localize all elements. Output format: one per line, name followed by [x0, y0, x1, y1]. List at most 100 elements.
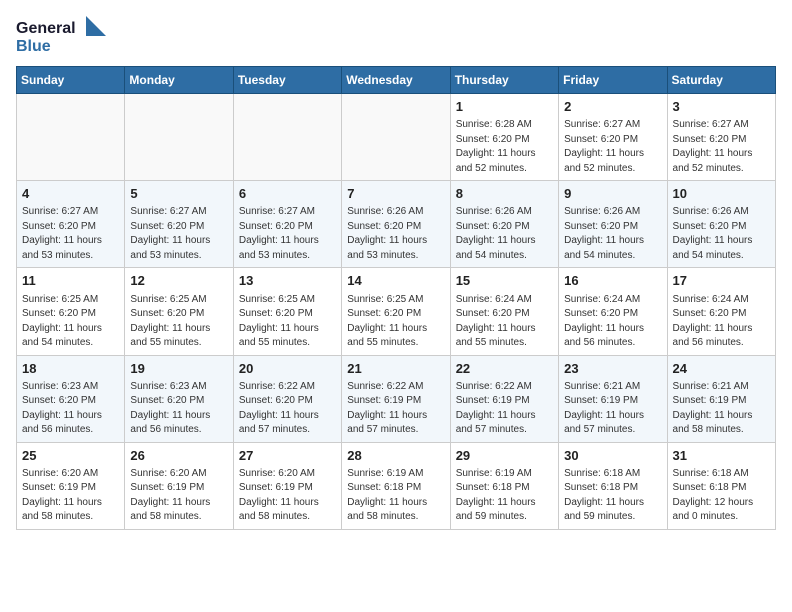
day-info: Sunrise: 6:25 AMSunset: 6:20 PMDaylight:…: [347, 293, 444, 351]
day-info: Sunrise: 6:21 AMSunset: 6:19 PMDaylight:…: [564, 380, 661, 438]
calendar-day: 5 Sunrise: 6:27 AMSunset: 6:20 PMDaylight…: [125, 181, 233, 268]
day-info: Sunrise: 6:26 AMSunset: 6:20 PMDaylight:…: [456, 205, 553, 263]
calendar-day: 10 Sunrise: 6:26 AMSunset: 6:20 PMDayligh…: [667, 181, 775, 268]
calendar-day: 30 Sunrise: 6:18 AMSunset: 6:18 PMDayligh…: [559, 442, 667, 529]
day-number: 7: [347, 185, 444, 203]
day-number: 14: [347, 272, 444, 290]
day-info: Sunrise: 6:19 AMSunset: 6:18 PMDaylight:…: [456, 467, 553, 525]
day-info: Sunrise: 6:27 AMSunset: 6:20 PMDaylight:…: [22, 205, 119, 263]
calendar-day: 7Sunrise: 6:26 AMSunset: 6:20 PMDaylight…: [342, 181, 450, 268]
calendar-table: SundayMondayTuesdayWednesdayThursdayFrid…: [16, 66, 776, 530]
day-number: 6: [239, 185, 336, 203]
day-info: Sunrise: 6:22 AMSunset: 6:19 PMDaylight:…: [347, 380, 444, 438]
calendar-day: 20 Sunrise: 6:22 AMSunset: 6:20 PMDayligh…: [233, 355, 341, 442]
day-info: Sunrise: 6:26 AMSunset: 6:20 PMDaylight:…: [673, 205, 770, 263]
calendar-week-1: 1Sunrise: 6:28 AMSunset: 6:20 PMDaylight…: [17, 94, 776, 181]
calendar-day: 31 Sunrise: 6:18 AMSunset: 6:18 PMDayligh…: [667, 442, 775, 529]
day-info: Sunrise: 6:22 AMSunset: 6:20 PMDaylight:…: [239, 380, 336, 438]
calendar-week-3: 11 Sunrise: 6:25 AMSunset: 6:20 PMDayligh…: [17, 268, 776, 355]
day-number: 11: [22, 272, 119, 290]
page-header: GeneralBlue: [16, 16, 776, 56]
day-number: 20: [239, 360, 336, 378]
day-number: 13: [239, 272, 336, 290]
day-info: Sunrise: 6:27 AMSunset: 6:20 PMDaylight:…: [239, 205, 336, 263]
calendar-day: 18 Sunrise: 6:23 AMSunset: 6:20 PMDayligh…: [17, 355, 125, 442]
day-header-sunday: Sunday: [17, 67, 125, 94]
day-info: Sunrise: 6:26 AMSunset: 6:20 PMDaylight:…: [564, 205, 661, 263]
day-number: 8: [456, 185, 553, 203]
calendar-day: 11 Sunrise: 6:25 AMSunset: 6:20 PMDayligh…: [17, 268, 125, 355]
calendar-day: 29 Sunrise: 6:19 AMSunset: 6:18 PMDayligh…: [450, 442, 558, 529]
day-header-wednesday: Wednesday: [342, 67, 450, 94]
calendar-day: 6 Sunrise: 6:27 AMSunset: 6:20 PMDaylight…: [233, 181, 341, 268]
calendar-header-row: SundayMondayTuesdayWednesdayThursdayFrid…: [17, 67, 776, 94]
day-header-thursday: Thursday: [450, 67, 558, 94]
day-number: 10: [673, 185, 770, 203]
calendar-day: 17 Sunrise: 6:24 AMSunset: 6:20 PMDayligh…: [667, 268, 775, 355]
day-number: 28: [347, 447, 444, 465]
day-info: Sunrise: 6:20 AMSunset: 6:19 PMDaylight:…: [239, 467, 336, 525]
day-info: Sunrise: 6:27 AMSunset: 6:20 PMDaylight:…: [130, 205, 227, 263]
day-info: Sunrise: 6:19 AMSunset: 6:18 PMDaylight:…: [347, 467, 444, 525]
day-info: Sunrise: 6:24 AMSunset: 6:20 PMDaylight:…: [456, 293, 553, 351]
day-number: 22: [456, 360, 553, 378]
logo: GeneralBlue: [16, 16, 106, 56]
day-info: Sunrise: 6:21 AMSunset: 6:19 PMDaylight:…: [673, 380, 770, 438]
svg-text:General: General: [16, 20, 76, 37]
calendar-week-5: 25 Sunrise: 6:20 AMSunset: 6:19 PMDayligh…: [17, 442, 776, 529]
day-info: Sunrise: 6:25 AMSunset: 6:20 PMDaylight:…: [22, 293, 119, 351]
day-info: Sunrise: 6:18 AMSunset: 6:18 PMDaylight:…: [564, 467, 661, 525]
day-header-friday: Friday: [559, 67, 667, 94]
day-number: 29: [456, 447, 553, 465]
day-number: 4: [22, 185, 119, 203]
calendar-day: 3Sunrise: 6:27 AMSunset: 6:20 PMDaylight…: [667, 94, 775, 181]
calendar-day: 23Sunrise: 6:21 AMSunset: 6:19 PMDayligh…: [559, 355, 667, 442]
day-number: 17: [673, 272, 770, 290]
day-info: Sunrise: 6:28 AMSunset: 6:20 PMDaylight:…: [456, 118, 553, 176]
day-number: 18: [22, 360, 119, 378]
day-number: 25: [22, 447, 119, 465]
calendar-day: 1Sunrise: 6:28 AMSunset: 6:20 PMDaylight…: [450, 94, 558, 181]
calendar-day: 27 Sunrise: 6:20 AMSunset: 6:19 PMDayligh…: [233, 442, 341, 529]
calendar-day: 15Sunrise: 6:24 AMSunset: 6:20 PMDayligh…: [450, 268, 558, 355]
calendar-day: 2Sunrise: 6:27 AMSunset: 6:20 PMDaylight…: [559, 94, 667, 181]
calendar-day: 12Sunrise: 6:25 AMSunset: 6:20 PMDayligh…: [125, 268, 233, 355]
svg-text:Blue: Blue: [16, 38, 51, 55]
day-number: 26: [130, 447, 227, 465]
day-info: Sunrise: 6:23 AMSunset: 6:20 PMDaylight:…: [130, 380, 227, 438]
calendar-day: 4 Sunrise: 6:27 AMSunset: 6:20 PMDaylight…: [17, 181, 125, 268]
day-number: 30: [564, 447, 661, 465]
calendar-day: 16 Sunrise: 6:24 AMSunset: 6:20 PMDayligh…: [559, 268, 667, 355]
day-header-saturday: Saturday: [667, 67, 775, 94]
day-number: 16: [564, 272, 661, 290]
calendar-day: 21 Sunrise: 6:22 AMSunset: 6:19 PMDayligh…: [342, 355, 450, 442]
day-info: Sunrise: 6:18 AMSunset: 6:18 PMDaylight:…: [673, 467, 770, 525]
calendar-day: 24Sunrise: 6:21 AMSunset: 6:19 PMDayligh…: [667, 355, 775, 442]
calendar-day: [233, 94, 341, 181]
calendar-day: 26 Sunrise: 6:20 AMSunset: 6:19 PMDayligh…: [125, 442, 233, 529]
day-number: 3: [673, 98, 770, 116]
day-info: Sunrise: 6:24 AMSunset: 6:20 PMDaylight:…: [673, 293, 770, 351]
day-info: Sunrise: 6:23 AMSunset: 6:20 PMDaylight:…: [22, 380, 119, 438]
calendar-day: 22Sunrise: 6:22 AMSunset: 6:19 PMDayligh…: [450, 355, 558, 442]
day-number: 27: [239, 447, 336, 465]
calendar-day: 13 Sunrise: 6:25 AMSunset: 6:20 PMDayligh…: [233, 268, 341, 355]
day-number: 9: [564, 185, 661, 203]
day-info: Sunrise: 6:25 AMSunset: 6:20 PMDaylight:…: [130, 293, 227, 351]
day-info: Sunrise: 6:20 AMSunset: 6:19 PMDaylight:…: [130, 467, 227, 525]
calendar-day: [342, 94, 450, 181]
day-number: 2: [564, 98, 661, 116]
calendar-day: 14 Sunrise: 6:25 AMSunset: 6:20 PMDayligh…: [342, 268, 450, 355]
day-number: 21: [347, 360, 444, 378]
day-info: Sunrise: 6:24 AMSunset: 6:20 PMDaylight:…: [564, 293, 661, 351]
day-number: 19: [130, 360, 227, 378]
day-number: 5: [130, 185, 227, 203]
day-info: Sunrise: 6:20 AMSunset: 6:19 PMDaylight:…: [22, 467, 119, 525]
calendar-day: 9 Sunrise: 6:26 AMSunset: 6:20 PMDaylight…: [559, 181, 667, 268]
calendar-day: 8 Sunrise: 6:26 AMSunset: 6:20 PMDaylight…: [450, 181, 558, 268]
calendar-day: 19 Sunrise: 6:23 AMSunset: 6:20 PMDayligh…: [125, 355, 233, 442]
day-number: 31: [673, 447, 770, 465]
day-info: Sunrise: 6:25 AMSunset: 6:20 PMDaylight:…: [239, 293, 336, 351]
calendar-day: 25 Sunrise: 6:20 AMSunset: 6:19 PMDayligh…: [17, 442, 125, 529]
day-header-monday: Monday: [125, 67, 233, 94]
